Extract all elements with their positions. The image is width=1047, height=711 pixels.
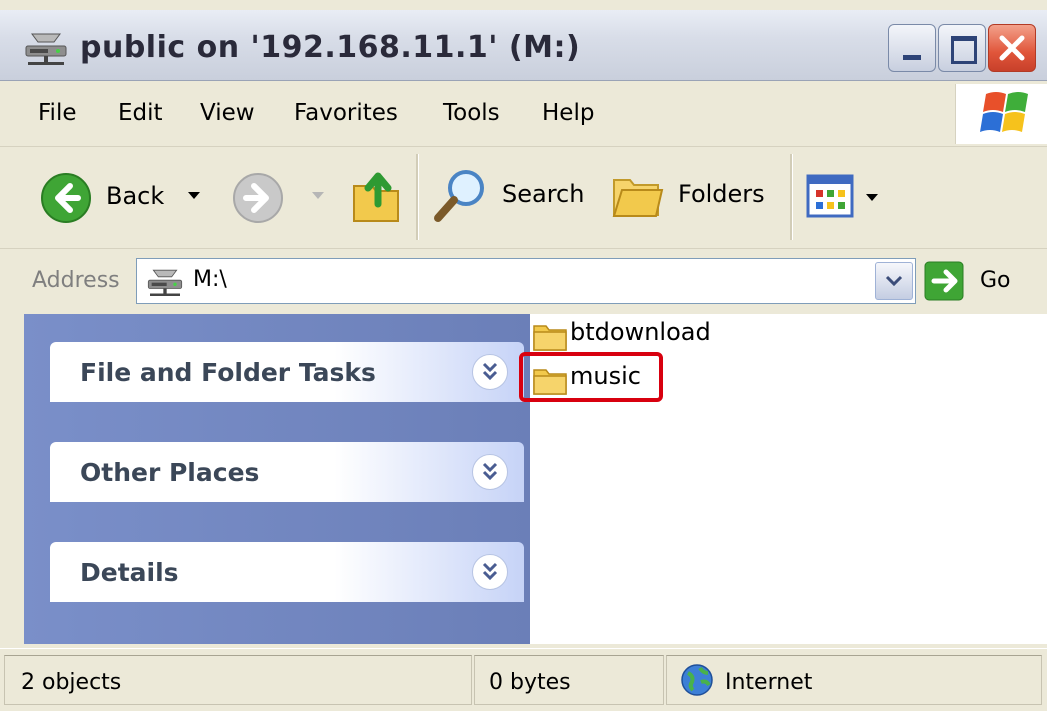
other-places-panel[interactable]: Other Places	[50, 442, 524, 502]
explorer-window: public on '192.168.11.1' (M:) File Edit …	[0, 0, 1047, 711]
file-name: btdownload	[570, 318, 711, 346]
status-size-segment: 0 bytes	[474, 655, 664, 705]
go-label: Go	[980, 268, 1011, 293]
folders-label: Folders	[678, 180, 765, 208]
status-objects: 2 objects	[21, 670, 122, 695]
folder-icon	[533, 325, 567, 351]
windows-logo	[955, 84, 1047, 144]
status-size: 0 bytes	[489, 670, 571, 695]
folder-up-icon	[353, 172, 399, 222]
views-dropdown-icon[interactable]	[866, 194, 878, 201]
window-title: public on '192.168.11.1' (M:)	[80, 30, 581, 65]
address-label: Address	[32, 268, 120, 293]
title-bar[interactable]: public on '192.168.11.1' (M:)	[0, 10, 1047, 81]
toolbar-separator	[416, 154, 419, 240]
network-drive-icon	[145, 265, 185, 301]
menu-help[interactable]: Help	[542, 100, 594, 126]
panel-title: Details	[80, 558, 179, 587]
window-left-edge	[0, 312, 24, 646]
menu-tools[interactable]: Tools	[443, 100, 500, 126]
status-zone: Internet	[725, 670, 813, 695]
menu-view[interactable]: View	[200, 100, 255, 126]
minimize-button[interactable]	[888, 24, 936, 72]
views-icon	[806, 174, 854, 218]
views-button[interactable]	[806, 172, 892, 224]
maximize-icon	[951, 36, 977, 64]
chevron-down-icon	[885, 275, 903, 287]
status-bar: 2 objects 0 bytes Internet	[0, 648, 1047, 711]
forward-button[interactable]	[228, 170, 338, 224]
panel-title: Other Places	[80, 458, 260, 487]
menu-bar: File Edit View Favorites Tools Help	[0, 82, 1047, 147]
address-dropdown-button[interactable]	[875, 262, 913, 300]
network-drive-icon	[22, 28, 70, 66]
close-icon	[999, 35, 1025, 61]
up-folder-button[interactable]	[348, 164, 406, 226]
back-label: Back	[106, 182, 165, 210]
double-chevron-down-icon	[482, 562, 498, 581]
status-zone-segment: Internet	[666, 655, 1042, 705]
windows-flag-icon	[980, 92, 1028, 132]
back-arrow-icon	[41, 173, 91, 223]
forward-dropdown-icon[interactable]	[312, 192, 324, 199]
internet-globe-icon	[681, 664, 713, 696]
minimize-icon	[903, 55, 921, 60]
toolbar: Back Search Folders	[0, 148, 1047, 249]
toolbar-separator	[790, 154, 793, 240]
expand-button[interactable]	[472, 354, 508, 390]
expand-button[interactable]	[472, 454, 508, 490]
magnifier-icon	[434, 170, 484, 222]
menu-file[interactable]: File	[38, 100, 77, 126]
back-dropdown-icon[interactable]	[188, 192, 200, 199]
task-pane: File and Folder Tasks Other Places Detai…	[24, 314, 530, 644]
search-label: Search	[502, 180, 585, 208]
folders-button[interactable]: Folders	[610, 166, 778, 226]
forward-arrow-icon	[233, 173, 283, 223]
double-chevron-down-icon	[482, 362, 498, 381]
highlight-box	[519, 352, 663, 402]
menu-edit[interactable]: Edit	[118, 100, 163, 126]
search-button[interactable]: Search	[432, 166, 592, 226]
double-chevron-down-icon	[482, 462, 498, 481]
list-item[interactable]: btdownload	[530, 316, 720, 354]
status-objects-segment: 2 objects	[4, 655, 472, 705]
expand-button[interactable]	[472, 554, 508, 590]
close-button[interactable]	[988, 24, 1036, 72]
address-input[interactable]: M:\	[136, 258, 916, 304]
maximize-button[interactable]	[938, 24, 986, 72]
back-button[interactable]: Back	[36, 170, 214, 224]
address-value: M:\	[193, 267, 227, 292]
go-arrow-icon	[924, 261, 964, 301]
details-panel[interactable]: Details	[50, 542, 524, 602]
file-and-folder-tasks-panel[interactable]: File and Folder Tasks	[50, 342, 524, 402]
address-bar: Address M:\ Go	[0, 250, 1047, 312]
menu-favorites[interactable]: Favorites	[294, 100, 398, 126]
folders-icon	[612, 179, 664, 217]
panel-title: File and Folder Tasks	[80, 358, 376, 387]
